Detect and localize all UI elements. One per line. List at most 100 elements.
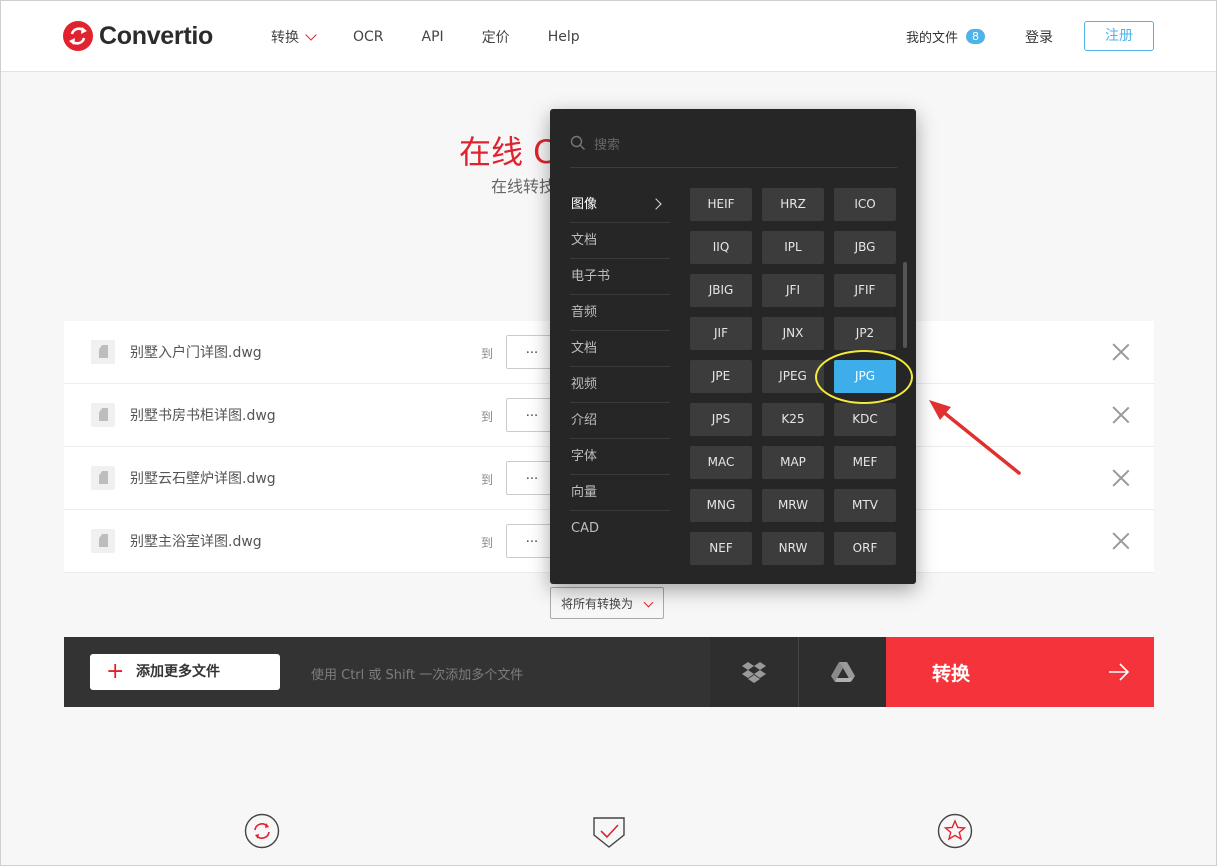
nav-convert-label: 转换	[271, 30, 299, 46]
category-label: 电子书	[571, 269, 611, 284]
nav-convert[interactable]: 转换	[271, 27, 317, 47]
nav-api-label: API	[421, 29, 444, 45]
annotation-arrow-icon	[929, 400, 1021, 475]
logo[interactable]: Convertio	[63, 21, 213, 51]
format-option-k25[interactable]: K25	[762, 403, 824, 436]
format-option-jfif[interactable]: JFIF	[834, 274, 896, 307]
category-label: 文档	[571, 341, 598, 356]
category-label: 字体	[571, 449, 598, 464]
nav-pricing-label: 定价	[481, 30, 510, 46]
category-label: 介绍	[571, 413, 598, 428]
file-name: 别墅主浴室详图.dwg	[130, 534, 262, 550]
multi-select-hint: 使用 Ctrl 或 Shift 一次添加多个文件	[311, 668, 524, 683]
format-option-jnx[interactable]: JNX	[762, 317, 824, 350]
category-ebook[interactable]: 电子书	[570, 259, 670, 295]
nav-ocr[interactable]: OCR	[353, 27, 384, 47]
close-icon[interactable]	[1112, 343, 1130, 361]
my-files-link[interactable]: 我的文件 8	[906, 27, 986, 46]
format-option-jp2[interactable]: JP2	[834, 317, 896, 350]
file-name: 别墅入户门详图.dwg	[130, 345, 262, 361]
category-presentation[interactable]: 介绍	[570, 403, 670, 439]
category-document[interactable]: 文档	[570, 223, 670, 259]
file-icon	[91, 340, 115, 364]
format-scrollbar[interactable]	[903, 262, 907, 348]
nav-help[interactable]: Help	[548, 27, 580, 47]
format-option-mef[interactable]: MEF	[834, 446, 896, 479]
format-option-jif[interactable]: JIF	[690, 317, 752, 350]
my-files-label: 我的文件	[906, 31, 959, 46]
format-option-orf[interactable]: ORF	[834, 532, 896, 565]
category-label: 音频	[571, 305, 598, 320]
category-cad[interactable]: CAD	[570, 511, 670, 546]
category-audio[interactable]: 音频	[570, 295, 670, 331]
hero-subtitle: 在线转技	[491, 177, 556, 196]
category-label: 图像	[571, 197, 598, 212]
format-search-input[interactable]	[592, 131, 886, 159]
logo-text: Convertio	[99, 21, 213, 50]
format-option-heif[interactable]: HEIF	[690, 188, 752, 221]
format-search	[570, 131, 897, 168]
format-option-jps[interactable]: JPS	[690, 403, 752, 436]
close-icon[interactable]	[1112, 532, 1130, 550]
format-option-map[interactable]: MAP	[762, 446, 824, 479]
refresh-icon	[244, 813, 280, 849]
shield-check-icon	[593, 817, 625, 848]
main-nav: 转换 OCR API 定价 Help	[271, 27, 618, 47]
close-icon[interactable]	[1112, 469, 1130, 487]
format-option-jbg[interactable]: JBG	[834, 231, 896, 264]
format-option-jbig[interactable]: JBIG	[690, 274, 752, 307]
convert-all-dropdown[interactable]: 将所有转换为	[550, 587, 664, 619]
nav-pricing[interactable]: 定价	[482, 27, 510, 47]
hero-title: 在线 C	[459, 133, 556, 171]
nav-ocr-label: OCR	[353, 29, 384, 45]
close-icon[interactable]	[1112, 406, 1130, 424]
dropbox-icon	[742, 662, 766, 683]
format-option-ipl[interactable]: IPL	[762, 231, 824, 264]
to-label: 到	[481, 536, 494, 550]
add-more-files-label: 添加更多文件	[136, 664, 220, 680]
format-option-jfi[interactable]: JFI	[762, 274, 824, 307]
category-font[interactable]: 字体	[570, 439, 670, 475]
highlight-ellipse	[815, 350, 913, 404]
format-option-ico[interactable]: ICO	[834, 188, 896, 221]
login-link[interactable]: 登录	[1025, 27, 1053, 47]
to-label: 到	[481, 473, 494, 487]
category-label: CAD	[571, 521, 599, 536]
category-label: 视频	[571, 377, 598, 392]
logo-icon	[63, 21, 93, 51]
add-more-files-button[interactable]: + 添加更多文件	[90, 654, 280, 690]
my-files-count-badge: 8	[966, 29, 986, 44]
chevron-down-icon	[305, 28, 317, 41]
google-drive-icon	[831, 662, 855, 682]
format-option-mrw[interactable]: MRW	[762, 489, 824, 522]
category-vector[interactable]: 向量	[570, 475, 670, 511]
format-option-mng[interactable]: MNG	[690, 489, 752, 522]
google-drive-button[interactable]	[799, 637, 886, 707]
category-video[interactable]: 视频	[570, 367, 670, 403]
format-option-nrw[interactable]: NRW	[762, 532, 824, 565]
to-label: 到	[481, 410, 494, 424]
format-option-jpe[interactable]: JPE	[690, 360, 752, 393]
convert-all-label: 将所有转换为	[561, 597, 634, 611]
format-option-nef[interactable]: NEF	[690, 532, 752, 565]
format-option-mac[interactable]: MAC	[690, 446, 752, 479]
format-option-hrz[interactable]: HRZ	[762, 188, 824, 221]
file-icon	[91, 403, 115, 427]
category-image[interactable]: 图像	[570, 187, 670, 223]
nav-api[interactable]: API	[422, 27, 444, 47]
search-icon	[570, 135, 585, 150]
nav-help-label: Help	[547, 29, 580, 45]
format-option-kdc[interactable]: KDC	[834, 403, 896, 436]
star-icon	[937, 813, 973, 849]
format-option-mtv[interactable]: MTV	[834, 489, 896, 522]
action-bar: + 添加更多文件 使用 Ctrl 或 Shift 一次添加多个文件 转换	[64, 637, 1154, 707]
dropbox-button[interactable]	[710, 637, 799, 707]
category-document-2[interactable]: 文档	[570, 331, 670, 367]
file-name: 别墅云石壁炉详图.dwg	[130, 471, 276, 487]
file-icon	[91, 466, 115, 490]
format-option-iiq[interactable]: IIQ	[690, 231, 752, 264]
convert-button[interactable]: 转换	[886, 637, 1154, 707]
register-button[interactable]: 注册	[1084, 21, 1154, 51]
category-label: 文档	[571, 233, 598, 248]
file-name: 别墅书房书柜详图.dwg	[130, 408, 276, 424]
